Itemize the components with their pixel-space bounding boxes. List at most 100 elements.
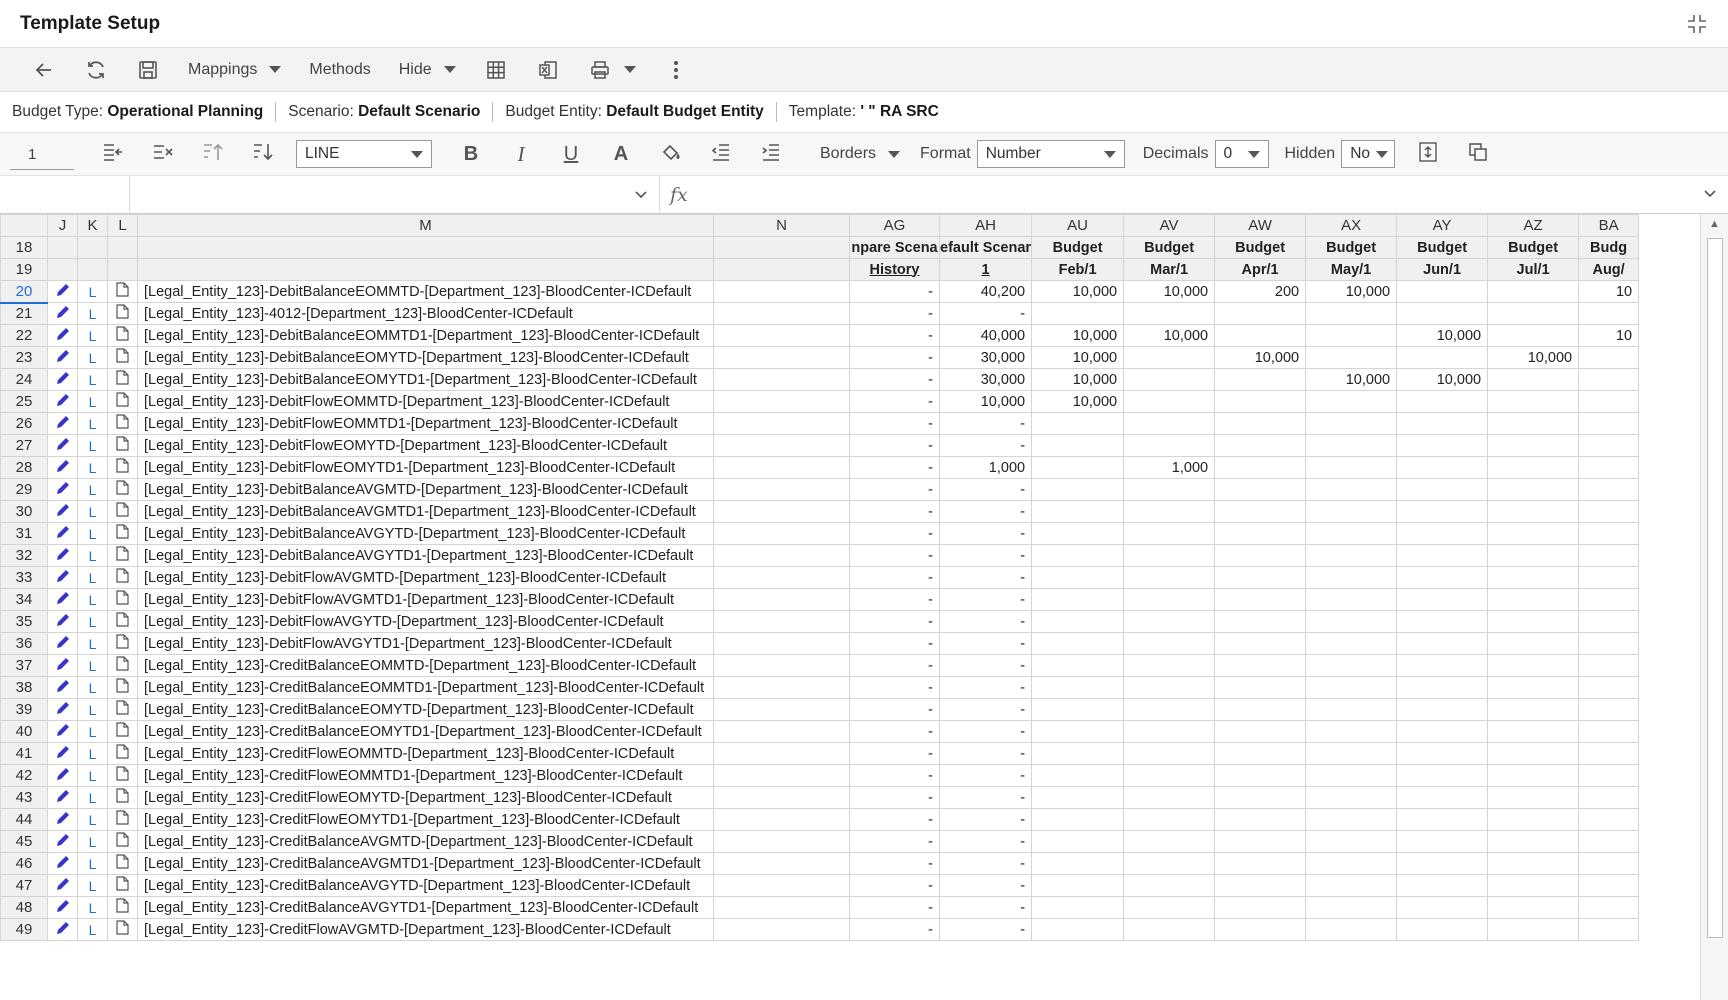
value-cell-au[interactable]	[1031, 852, 1125, 875]
column-header-ba[interactable]: BA	[1578, 214, 1640, 237]
edit-cell[interactable]	[47, 588, 78, 611]
value-cell-ay[interactable]	[1396, 390, 1489, 413]
clear-format-button[interactable]	[138, 138, 188, 170]
link-cell[interactable]: L	[77, 500, 108, 523]
document-cell[interactable]	[107, 346, 138, 369]
value-cell-au[interactable]	[1031, 830, 1125, 853]
empty-cell[interactable]	[713, 918, 850, 941]
row-number[interactable]: 44	[0, 808, 48, 831]
value-cell-ax[interactable]	[1305, 500, 1398, 523]
pencil-icon[interactable]	[55, 327, 71, 346]
document-icon[interactable]	[116, 634, 129, 653]
link-cell[interactable]: L	[77, 698, 108, 721]
document-cell[interactable]	[107, 456, 138, 479]
value-cell-ay[interactable]	[1396, 302, 1489, 325]
pencil-icon[interactable]	[55, 503, 71, 522]
edit-cell[interactable]	[47, 456, 78, 479]
save-button[interactable]	[122, 52, 174, 88]
value-cell-az[interactable]	[1487, 412, 1580, 435]
value-cell-az[interactable]	[1487, 324, 1580, 347]
value-cell-ah[interactable]: -	[938, 830, 1033, 853]
value-cell-ba[interactable]	[1578, 412, 1640, 435]
edit-cell[interactable]	[47, 324, 78, 347]
value-cell-az[interactable]	[1487, 456, 1580, 479]
value-cell-au[interactable]	[1031, 456, 1125, 479]
value-cell-aw[interactable]	[1214, 654, 1307, 677]
value-cell-az[interactable]	[1487, 654, 1580, 677]
value-cell-ba[interactable]	[1578, 852, 1640, 875]
font-color-button[interactable]: A	[596, 138, 646, 170]
document-cell[interactable]	[107, 698, 138, 721]
value-cell-av[interactable]	[1123, 786, 1216, 809]
value-cell-ag[interactable]: -	[849, 742, 940, 765]
value-cell-ah[interactable]: 30,000	[938, 346, 1033, 369]
value-cell-aw[interactable]	[1214, 786, 1307, 809]
value-cell-ag[interactable]: -	[849, 654, 940, 677]
edit-cell[interactable]	[47, 698, 78, 721]
value-cell-au[interactable]	[1031, 544, 1125, 567]
empty-cell[interactable]	[713, 632, 850, 655]
value-cell-ay[interactable]	[1396, 918, 1489, 941]
value-cell-az[interactable]	[1487, 720, 1580, 743]
period-header-cell[interactable]: History	[849, 258, 940, 281]
document-icon[interactable]	[116, 436, 129, 455]
decrease-indent-button[interactable]	[696, 138, 746, 170]
empty-cell[interactable]	[713, 654, 850, 677]
value-cell-au[interactable]	[1031, 522, 1125, 545]
edit-cell[interactable]	[47, 544, 78, 567]
value-cell-ba[interactable]	[1578, 588, 1640, 611]
document-icon[interactable]	[116, 370, 129, 389]
value-cell-ax[interactable]: 10,000	[1305, 368, 1398, 391]
cell-dropdown[interactable]	[130, 176, 660, 213]
value-cell-ba[interactable]	[1578, 610, 1640, 633]
empty-cell[interactable]	[713, 610, 850, 633]
empty-header-cell[interactable]	[137, 258, 714, 281]
column-header-l[interactable]: L	[107, 214, 138, 237]
row-number[interactable]: 34	[0, 588, 48, 611]
pencil-icon[interactable]	[55, 811, 71, 830]
period-header-cell[interactable]: Jun/1	[1396, 258, 1489, 281]
document-cell[interactable]	[107, 544, 138, 567]
pencil-icon[interactable]	[55, 481, 71, 500]
document-icon[interactable]	[116, 458, 129, 477]
value-cell-aw[interactable]	[1214, 456, 1307, 479]
mappings-menu[interactable]: Mappings	[174, 52, 295, 88]
document-icon[interactable]	[116, 678, 129, 697]
value-cell-aw[interactable]	[1214, 874, 1307, 897]
value-cell-az[interactable]	[1487, 918, 1580, 941]
link-cell[interactable]: L	[77, 544, 108, 567]
pencil-icon[interactable]	[55, 921, 71, 940]
value-cell-ax[interactable]	[1305, 830, 1398, 853]
value-cell-av[interactable]	[1123, 610, 1216, 633]
value-cell-ag[interactable]: -	[849, 346, 940, 369]
vertical-scrollbar[interactable]: ▲	[1700, 214, 1728, 1000]
column-header-j[interactable]: J	[47, 214, 78, 237]
account-cell[interactable]: [Legal_Entity_123]-DebitBalanceAVGMTD-[D…	[137, 478, 714, 501]
value-cell-ag[interactable]: -	[849, 830, 940, 853]
value-cell-av[interactable]	[1123, 500, 1216, 523]
document-icon[interactable]	[116, 546, 129, 565]
value-cell-az[interactable]	[1487, 390, 1580, 413]
pencil-icon[interactable]	[55, 459, 71, 478]
value-cell-ba[interactable]	[1578, 830, 1640, 853]
account-cell[interactable]: [Legal_Entity_123]-CreditBalanceAVGMTD1-…	[137, 852, 714, 875]
row-number[interactable]: 33	[0, 566, 48, 589]
period-header-cell[interactable]: Budget	[1214, 236, 1307, 259]
link-cell[interactable]: L	[77, 852, 108, 875]
column-header-ay[interactable]: AY	[1396, 214, 1489, 237]
value-cell-ay[interactable]	[1396, 544, 1489, 567]
link-cell[interactable]: L	[77, 896, 108, 919]
value-cell-ax[interactable]	[1305, 742, 1398, 765]
document-icon[interactable]	[116, 326, 129, 345]
period-header-cell[interactable]: Aug/	[1578, 258, 1640, 281]
document-cell[interactable]	[107, 280, 138, 303]
value-cell-ba[interactable]	[1578, 302, 1640, 325]
value-cell-aw[interactable]	[1214, 500, 1307, 523]
value-cell-ay[interactable]	[1396, 830, 1489, 853]
value-cell-ah[interactable]: -	[938, 588, 1033, 611]
value-cell-ag[interactable]: -	[849, 764, 940, 787]
empty-header-cell[interactable]	[77, 236, 108, 259]
value-cell-ay[interactable]	[1396, 566, 1489, 589]
period-header-cell[interactable]: May/1	[1305, 258, 1398, 281]
account-cell[interactable]: [Legal_Entity_123]-CreditFlowEOMMTD1-[De…	[137, 764, 714, 787]
